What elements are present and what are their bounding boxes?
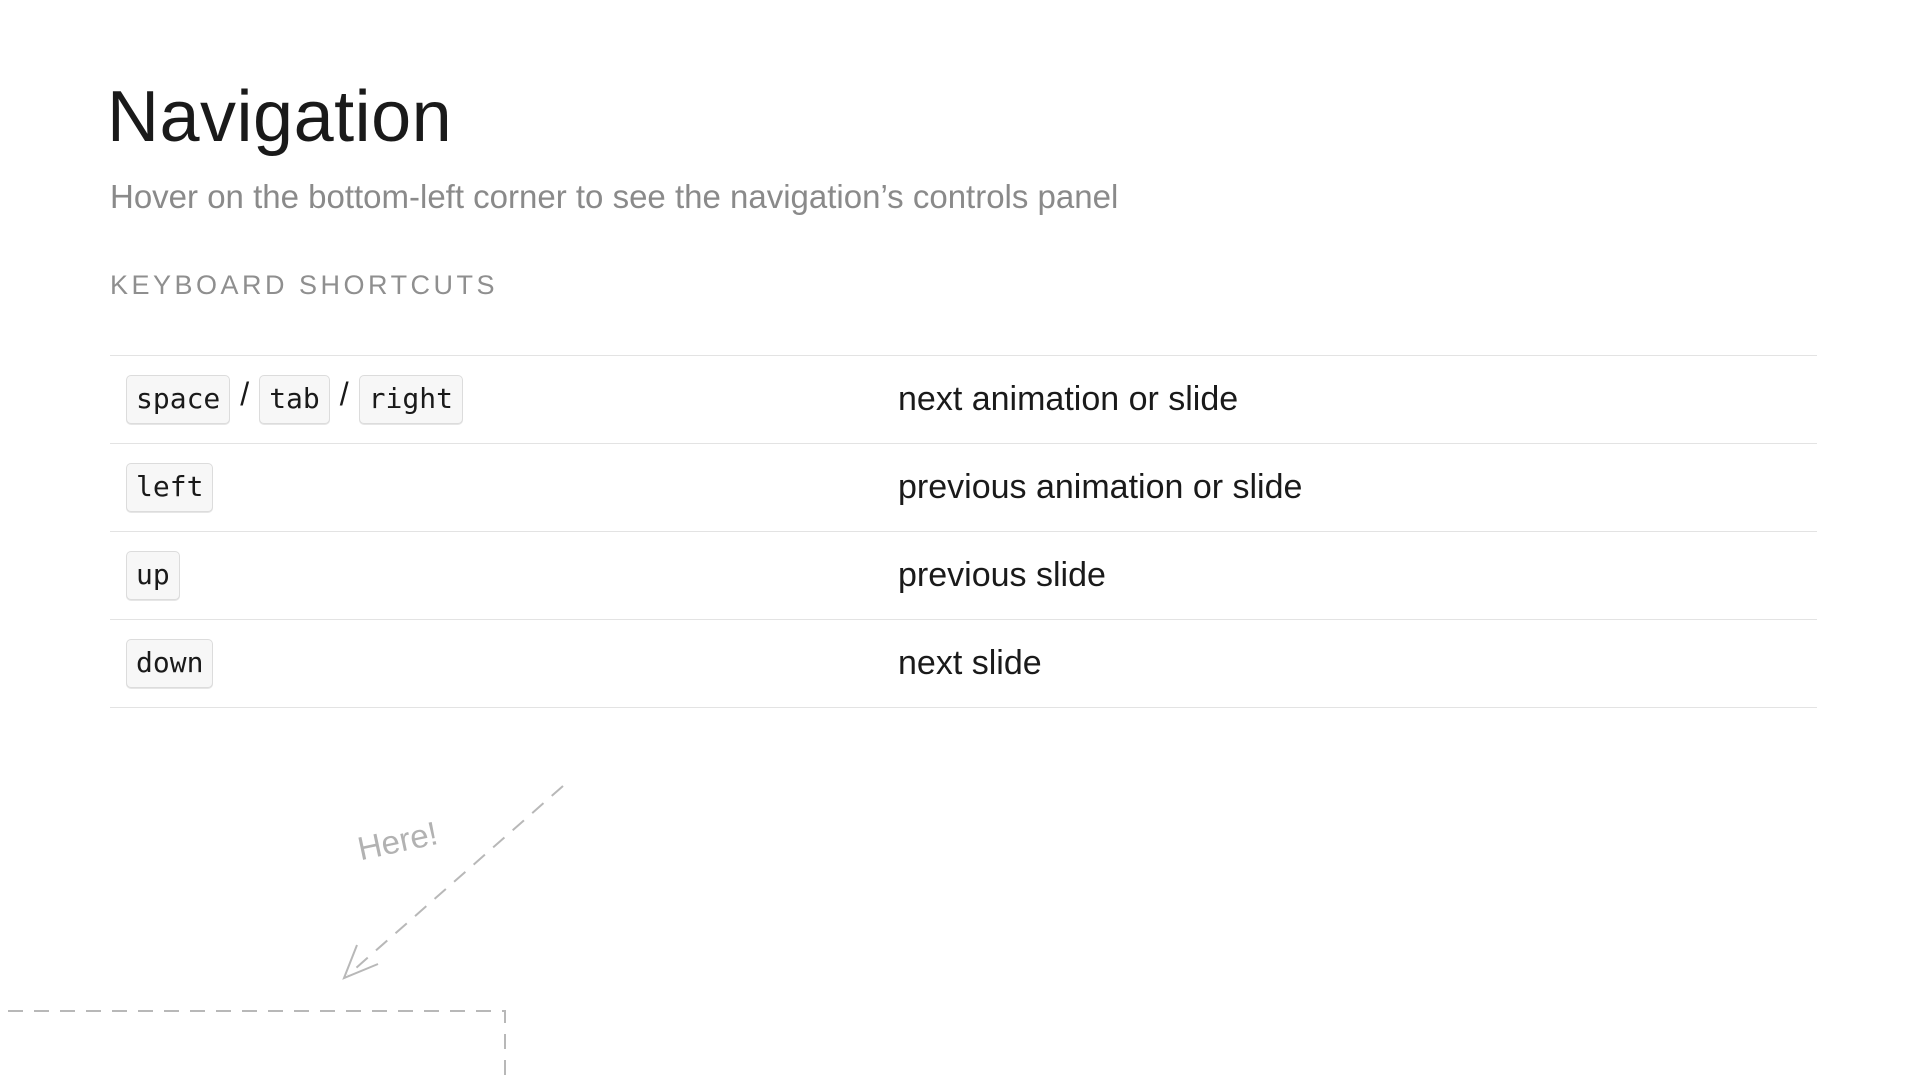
description-cell: next animation or slide <box>898 355 1817 444</box>
shortcut-description: previous slide <box>898 556 1106 594</box>
page-subtitle: Hover on the bottom-left corner to see t… <box>110 178 1119 215</box>
key-cap: left <box>126 463 214 512</box>
arrowhead-icon <box>342 944 379 980</box>
shortcuts-table: space / tab / right next animation or slide … <box>110 355 1817 708</box>
hint-label: Here! <box>354 814 441 868</box>
description-cell: previous slide <box>898 531 1817 620</box>
description-cell: next slide <box>898 619 1817 708</box>
shortcut-description: next slide <box>898 644 1042 682</box>
table-row: space / tab / right next animation or slide <box>110 355 1817 444</box>
key-separator: / <box>339 376 349 412</box>
table-row: up previous slide <box>110 531 1817 620</box>
key-cap: up <box>126 551 180 600</box>
key-cap: down <box>126 639 214 688</box>
section-heading: KEYBOARD SHORTCUTS <box>110 270 499 300</box>
key-cap: tab <box>259 375 330 424</box>
key-cap: right <box>358 375 463 424</box>
dashed-arrow-icon <box>347 785 564 976</box>
description-cell: previous animation or slide <box>898 443 1817 532</box>
keys-cell: space / tab / right <box>110 355 898 444</box>
navigation-controls-hover-zone[interactable] <box>0 1010 505 1080</box>
keys-cell: left <box>110 443 898 532</box>
key-separator: / <box>240 376 250 412</box>
shortcut-description: next animation or slide <box>898 380 1239 418</box>
table-row: down next slide <box>110 619 1817 708</box>
keys-cell: down <box>110 619 898 708</box>
shortcut-description: previous animation or slide <box>898 468 1303 506</box>
page-title: Navigation <box>107 77 453 157</box>
slide: Navigation Hover on the bottom-left corn… <box>0 0 1920 1080</box>
table-row: left previous animation or slide <box>110 443 1817 532</box>
key-cap: space <box>126 375 231 424</box>
keys-cell: up <box>110 531 898 620</box>
